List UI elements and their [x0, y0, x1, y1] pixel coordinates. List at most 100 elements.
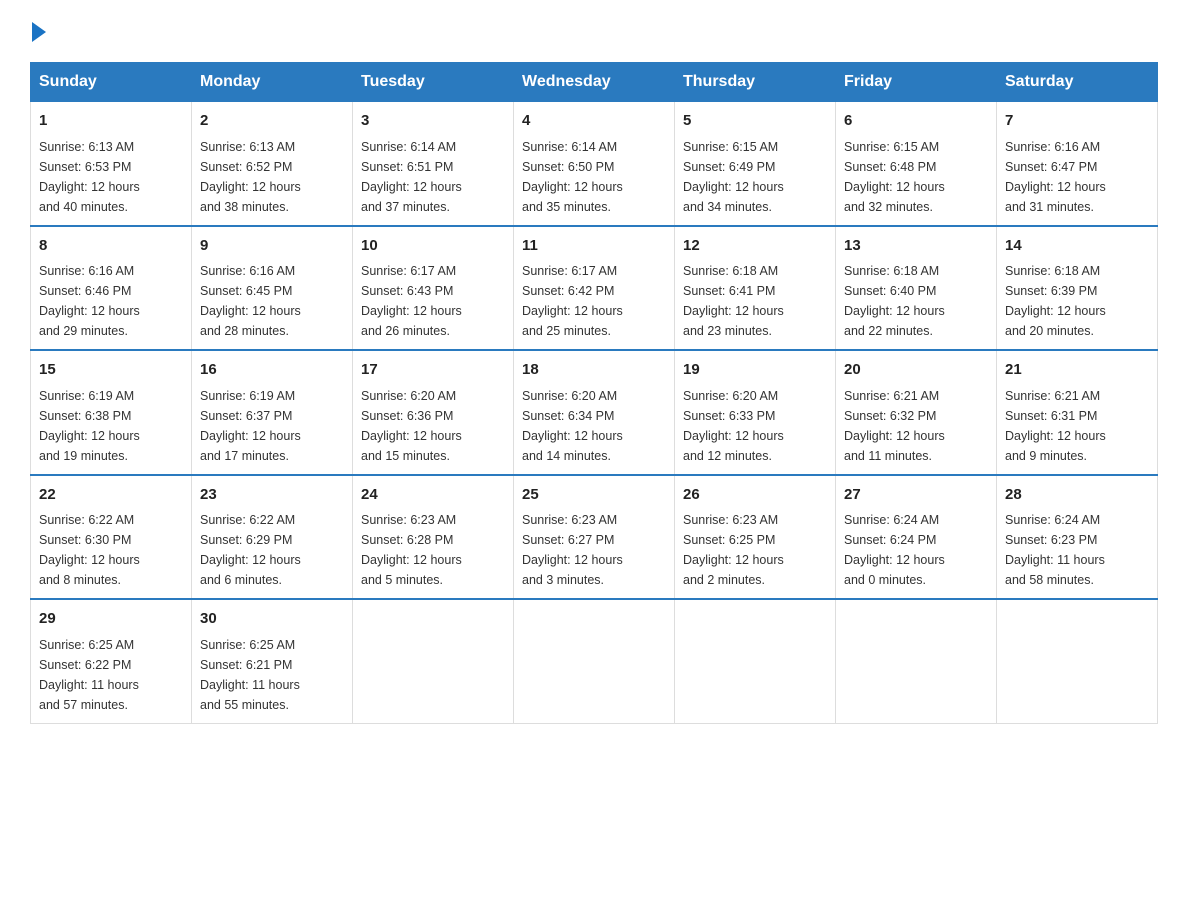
calendar-cell [675, 599, 836, 723]
calendar-cell: 20Sunrise: 6:21 AMSunset: 6:32 PMDayligh… [836, 350, 997, 475]
day-info: Sunrise: 6:14 AMSunset: 6:51 PMDaylight:… [361, 137, 505, 217]
calendar-cell: 14Sunrise: 6:18 AMSunset: 6:39 PMDayligh… [997, 226, 1158, 351]
day-number: 5 [683, 110, 827, 133]
calendar-cell: 19 Sunrise: 6:20 AMSunset: 6:33 PMDayligh… [675, 350, 836, 475]
day-info: Sunrise: 6:13 AMSunset: 6:52 PMDaylight:… [200, 137, 344, 217]
day-number: 12 [683, 235, 827, 258]
day-info: Sunrise: 6:16 AMSunset: 6:46 PMDaylight:… [39, 261, 183, 341]
day-info: Sunrise: 6:19 AMSunset: 6:37 PMDaylight:… [200, 386, 344, 466]
day-number: 3 [361, 110, 505, 133]
day-info: Sunrise: 6:17 AMSunset: 6:43 PMDaylight:… [361, 261, 505, 341]
day-number: 13 [844, 235, 988, 258]
day-number: 7 [1005, 110, 1149, 133]
day-number: 8 [39, 235, 183, 258]
calendar-week-3: 15 Sunrise: 6:19 AMSunset: 6:38 PMDayligh… [31, 350, 1158, 475]
weekday-header-friday: Friday [836, 63, 997, 102]
calendar-cell: 24 Sunrise: 6:23 AMSunset: 6:28 PMDayligh… [353, 475, 514, 600]
calendar-cell: 2 Sunrise: 6:13 AMSunset: 6:52 PMDaylight… [192, 102, 353, 226]
day-number: 10 [361, 235, 505, 258]
calendar-cell: 16 Sunrise: 6:19 AMSunset: 6:37 PMDayligh… [192, 350, 353, 475]
calendar-header-row: SundayMondayTuesdayWednesdayThursdayFrid… [31, 63, 1158, 102]
calendar-week-1: 1Sunrise: 6:13 AMSunset: 6:53 PMDaylight… [31, 102, 1158, 226]
day-info: Sunrise: 6:14 AMSunset: 6:50 PMDaylight:… [522, 137, 666, 217]
day-number: 2 [200, 110, 344, 133]
day-info: Sunrise: 6:22 AMSunset: 6:29 PMDaylight:… [200, 510, 344, 590]
calendar-cell: 28 Sunrise: 6:24 AMSunset: 6:23 PMDayligh… [997, 475, 1158, 600]
day-number: 29 [39, 608, 183, 631]
day-number: 15 [39, 359, 183, 382]
calendar-cell [353, 599, 514, 723]
calendar-cell: 4 Sunrise: 6:14 AMSunset: 6:50 PMDaylight… [514, 102, 675, 226]
calendar-cell: 9 Sunrise: 6:16 AMSunset: 6:45 PMDaylight… [192, 226, 353, 351]
calendar-cell: 26 Sunrise: 6:23 AMSunset: 6:25 PMDayligh… [675, 475, 836, 600]
day-info: Sunrise: 6:16 AMSunset: 6:45 PMDaylight:… [200, 261, 344, 341]
day-number: 19 [683, 359, 827, 382]
day-number: 9 [200, 235, 344, 258]
day-info: Sunrise: 6:20 AMSunset: 6:36 PMDaylight:… [361, 386, 505, 466]
day-info: Sunrise: 6:19 AMSunset: 6:38 PMDaylight:… [39, 386, 183, 466]
day-info: Sunrise: 6:24 AMSunset: 6:24 PMDaylight:… [844, 510, 988, 590]
day-info: Sunrise: 6:21 AMSunset: 6:31 PMDaylight:… [1005, 386, 1149, 466]
day-info: Sunrise: 6:20 AMSunset: 6:34 PMDaylight:… [522, 386, 666, 466]
day-info: Sunrise: 6:25 AMSunset: 6:22 PMDaylight:… [39, 635, 183, 715]
day-number: 16 [200, 359, 344, 382]
day-info: Sunrise: 6:18 AMSunset: 6:39 PMDaylight:… [1005, 261, 1149, 341]
calendar-cell [997, 599, 1158, 723]
page-header [30, 30, 1158, 42]
day-info: Sunrise: 6:23 AMSunset: 6:28 PMDaylight:… [361, 510, 505, 590]
day-number: 22 [39, 484, 183, 507]
weekday-header-saturday: Saturday [997, 63, 1158, 102]
day-number: 4 [522, 110, 666, 133]
calendar-cell [836, 599, 997, 723]
day-info: Sunrise: 6:24 AMSunset: 6:23 PMDaylight:… [1005, 510, 1149, 590]
day-info: Sunrise: 6:23 AMSunset: 6:25 PMDaylight:… [683, 510, 827, 590]
calendar-week-5: 29 Sunrise: 6:25 AMSunset: 6:22 PMDayligh… [31, 599, 1158, 723]
calendar-cell: 18 Sunrise: 6:20 AMSunset: 6:34 PMDayligh… [514, 350, 675, 475]
calendar-cell: 6Sunrise: 6:15 AMSunset: 6:48 PMDaylight… [836, 102, 997, 226]
day-number: 25 [522, 484, 666, 507]
day-info: Sunrise: 6:22 AMSunset: 6:30 PMDaylight:… [39, 510, 183, 590]
day-number: 18 [522, 359, 666, 382]
calendar-cell: 11 Sunrise: 6:17 AMSunset: 6:42 PMDayligh… [514, 226, 675, 351]
day-info: Sunrise: 6:16 AMSunset: 6:47 PMDaylight:… [1005, 137, 1149, 217]
day-number: 11 [522, 235, 666, 258]
calendar-cell: 7 Sunrise: 6:16 AMSunset: 6:47 PMDaylight… [997, 102, 1158, 226]
day-number: 30 [200, 608, 344, 631]
calendar-cell: 3 Sunrise: 6:14 AMSunset: 6:51 PMDaylight… [353, 102, 514, 226]
weekday-header-tuesday: Tuesday [353, 63, 514, 102]
calendar-table: SundayMondayTuesdayWednesdayThursdayFrid… [30, 62, 1158, 724]
weekday-header-wednesday: Wednesday [514, 63, 675, 102]
day-number: 26 [683, 484, 827, 507]
day-number: 23 [200, 484, 344, 507]
day-info: Sunrise: 6:25 AMSunset: 6:21 PMDaylight:… [200, 635, 344, 715]
calendar-cell: 12 Sunrise: 6:18 AMSunset: 6:41 PMDayligh… [675, 226, 836, 351]
calendar-cell: 29 Sunrise: 6:25 AMSunset: 6:22 PMDayligh… [31, 599, 192, 723]
calendar-cell: 30 Sunrise: 6:25 AMSunset: 6:21 PMDayligh… [192, 599, 353, 723]
logo-arrow-icon [32, 22, 46, 42]
day-number: 6 [844, 110, 988, 133]
calendar-cell: 10 Sunrise: 6:17 AMSunset: 6:43 PMDayligh… [353, 226, 514, 351]
calendar-cell: 23 Sunrise: 6:22 AMSunset: 6:29 PMDayligh… [192, 475, 353, 600]
day-number: 28 [1005, 484, 1149, 507]
calendar-cell: 22 Sunrise: 6:22 AMSunset: 6:30 PMDayligh… [31, 475, 192, 600]
calendar-cell: 25 Sunrise: 6:23 AMSunset: 6:27 PMDayligh… [514, 475, 675, 600]
day-info: Sunrise: 6:17 AMSunset: 6:42 PMDaylight:… [522, 261, 666, 341]
weekday-header-sunday: Sunday [31, 63, 192, 102]
day-info: Sunrise: 6:21 AMSunset: 6:32 PMDaylight:… [844, 386, 988, 466]
calendar-week-2: 8 Sunrise: 6:16 AMSunset: 6:46 PMDaylight… [31, 226, 1158, 351]
day-number: 17 [361, 359, 505, 382]
day-info: Sunrise: 6:18 AMSunset: 6:40 PMDaylight:… [844, 261, 988, 341]
calendar-cell: 15 Sunrise: 6:19 AMSunset: 6:38 PMDayligh… [31, 350, 192, 475]
day-info: Sunrise: 6:23 AMSunset: 6:27 PMDaylight:… [522, 510, 666, 590]
calendar-cell: 27 Sunrise: 6:24 AMSunset: 6:24 PMDayligh… [836, 475, 997, 600]
day-number: 27 [844, 484, 988, 507]
calendar-cell: 8 Sunrise: 6:16 AMSunset: 6:46 PMDaylight… [31, 226, 192, 351]
day-info: Sunrise: 6:15 AMSunset: 6:49 PMDaylight:… [683, 137, 827, 217]
calendar-week-4: 22 Sunrise: 6:22 AMSunset: 6:30 PMDayligh… [31, 475, 1158, 600]
day-number: 1 [39, 110, 183, 133]
day-info: Sunrise: 6:20 AMSunset: 6:33 PMDaylight:… [683, 386, 827, 466]
day-number: 24 [361, 484, 505, 507]
calendar-cell: 13 Sunrise: 6:18 AMSunset: 6:40 PMDayligh… [836, 226, 997, 351]
day-info: Sunrise: 6:18 AMSunset: 6:41 PMDaylight:… [683, 261, 827, 341]
day-number: 21 [1005, 359, 1149, 382]
